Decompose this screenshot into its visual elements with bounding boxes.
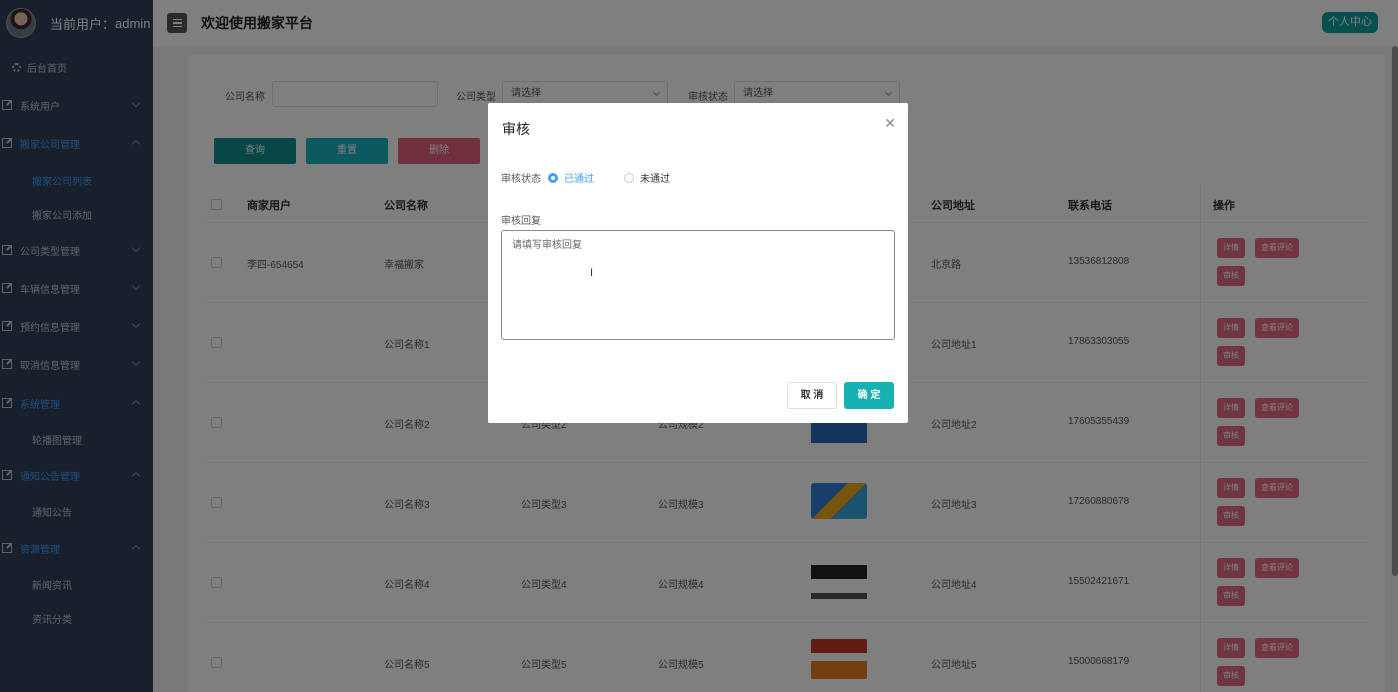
audit-dialog: 审核 ✕ 审核状态 已通过 未通过 审核回复 请填写审核回复 I 取 消 确 定	[488, 103, 908, 423]
dialog-title: 审核	[502, 121, 530, 137]
radio-passed[interactable]: 已通过	[548, 170, 594, 185]
confirm-button[interactable]: 确 定	[844, 382, 894, 409]
reply-label: 审核回复	[501, 216, 541, 227]
close-icon[interactable]: ✕	[884, 115, 896, 132]
reply-textarea[interactable]: 请填写审核回复 I	[501, 230, 895, 340]
audit-status-label: 审核状态	[501, 174, 541, 185]
radio-failed[interactable]: 未通过	[624, 170, 670, 185]
radio-dot-icon	[624, 172, 634, 183]
cancel-button[interactable]: 取 消	[787, 382, 837, 409]
radio-dot-icon	[548, 172, 558, 183]
text-cursor-icon: I	[590, 267, 594, 279]
